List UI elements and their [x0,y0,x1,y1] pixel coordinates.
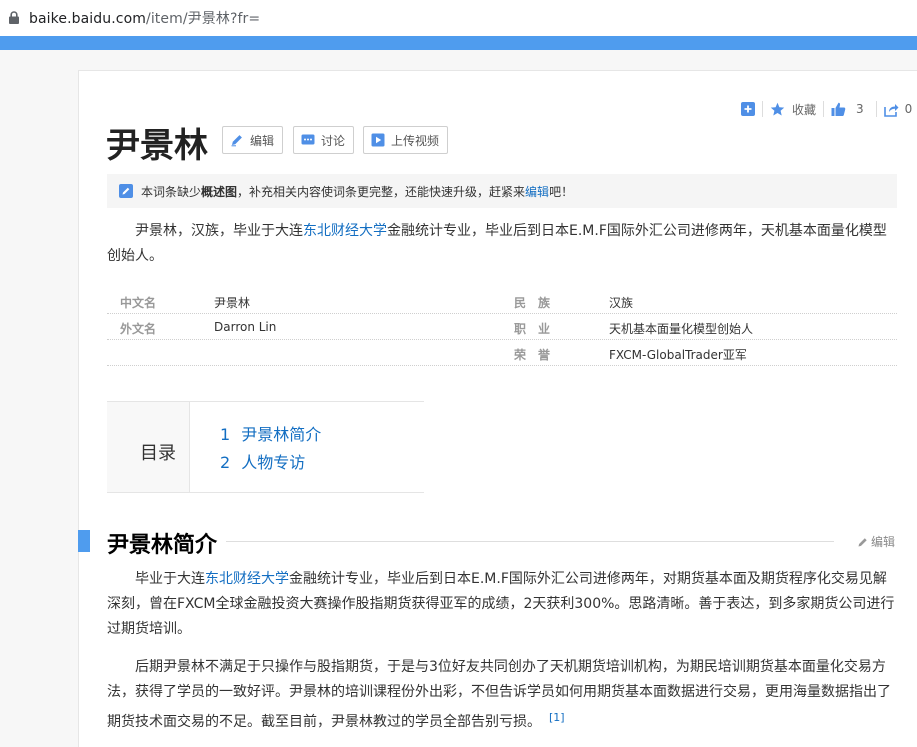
table-of-contents: 目录 1 尹景林简介 2 人物专访 [107,401,424,493]
notice-prefix: 本词条缺少 [141,184,202,199]
edit-button-label: 编辑 [250,133,275,148]
section-marker [78,530,90,552]
url-path: /item/尹景林?fr= [146,11,261,27]
address-bar[interactable]: baike.baidu.com/item/尹景林?fr= [0,0,917,36]
info-value: 汉族 [609,296,634,310]
header-strip [0,36,917,50]
info-row: 中文名 尹景林 民 族 汉族 [107,288,897,314]
collect-button[interactable]: 收藏 [792,101,816,118]
info-value: 天机基本面量化模型创始人 [609,322,754,336]
top-tools: 收藏 3 0 [741,99,912,119]
info-row: 荣 誉 FXCM-GlobalTrader亚军 [107,340,897,366]
tool-divider [762,101,763,117]
toc-item-text: 人物专访 [241,453,306,472]
section-divider [226,541,834,542]
info-value: Darron Lin [214,320,277,334]
section-edit-button[interactable]: 编辑 [857,533,895,550]
toc-item-text: 尹景林简介 [241,425,322,444]
info-row: 外文名 Darron Lin 职 业 天机基本面量化模型创始人 [107,314,897,340]
add-icon[interactable] [741,102,755,116]
info-label: 中文名 [120,296,157,310]
reference-link[interactable]: [1] [549,711,565,724]
chat-icon [301,134,315,145]
toc-item-intro[interactable]: 1 尹景林简介 [220,421,321,445]
section-paragraph: 后期尹景林不满足于只操作与股指期货，于是与3位好友共同创办了天机期货培训机构，为… [107,655,897,735]
info-label: 职 业 [514,322,551,336]
lock-icon [9,11,19,24]
notice-missing: 概述图 [201,184,238,199]
notice-edit-link[interactable]: 编辑 [525,183,549,200]
share-icon[interactable] [883,102,899,117]
notice-middle: ，补充相关内容使词条更完整，还能快速升级，赶紧来 [237,184,526,199]
page-title: 尹景林 [106,126,208,166]
edit-notice-icon [119,184,133,198]
summary-paragraph: 尹景林，汉族，毕业于大连东北财经大学金融统计专业，毕业后到日本E.M.F国际外汇… [107,219,897,269]
info-value: FXCM-GlobalTrader亚军 [609,348,747,362]
notice-suffix: 吧！ [549,184,574,199]
university-link[interactable]: 东北财经大学 [303,223,387,239]
toc-item-number: 1 [220,425,231,444]
info-label: 荣 誉 [514,348,551,362]
upload-video-button[interactable]: 上传视频 [363,126,449,154]
play-icon [371,133,385,147]
tool-divider [823,101,825,117]
section-title: 尹景林简介 [107,527,226,559]
section-p2-text: 后期尹景林不满足于只操作与股指期货，于是与3位好友共同创办了天机期货培训机构，为… [107,659,891,730]
section-p1-part1: 毕业于大连 [135,571,205,587]
summary-part1: 尹景林，汉族，毕业于大连 [135,223,303,239]
university-link[interactable]: 东北财经大学 [205,571,289,587]
toc-item-number: 2 [220,453,231,472]
info-value: 尹景林 [214,296,251,310]
section-edit-label: 编辑 [871,535,896,549]
discuss-button[interactable]: 讨论 [293,126,355,154]
url-text[interactable]: baike.baidu.com/item/尹景林?fr= [29,8,260,28]
info-label: 外文名 [120,322,157,336]
toc-label: 目录 [140,443,176,464]
pencil-icon [231,135,242,147]
upload-video-label: 上传视频 [391,133,440,148]
share-count: 0 [904,102,913,116]
star-icon[interactable] [770,102,785,117]
missing-image-notice: 本词条缺少 概述图 ，补充相关内容使词条更完整，还能快速升级，赶紧来 编辑 吧！ [107,174,897,208]
like-count: 3 [856,102,864,116]
discuss-button-label: 讨论 [321,133,346,148]
pencil-icon [858,537,867,546]
tool-divider [875,101,877,117]
thumbs-up-icon[interactable] [831,102,846,117]
info-label: 民 族 [514,296,551,310]
url-host: baike.baidu.com [29,11,146,27]
edit-button[interactable]: 编辑 [222,126,284,154]
toc-item-interview[interactable]: 2 人物专访 [220,449,305,473]
section-paragraph: 毕业于大连东北财经大学金融统计专业，毕业后到日本E.M.F国际外汇公司进修两年，… [107,567,897,642]
